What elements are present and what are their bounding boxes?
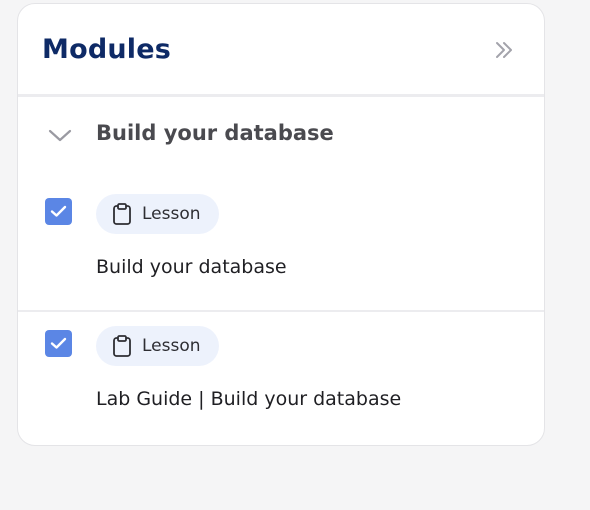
section-title: Build your database [96,121,334,145]
clipboard-icon [113,203,131,225]
lesson-link[interactable]: Lab Guide | Build your database [96,388,401,410]
panel-header: Modules [18,4,544,97]
lesson-badge: Lesson [96,326,219,366]
module-section-toggle[interactable]: Build your database [18,97,544,167]
checkmark-icon [50,205,67,217]
collapse-panel-button[interactable] [492,38,518,64]
modules-panel: Modules Build your database Lesson Build… [17,3,545,446]
badge-label: Lesson [142,204,201,224]
completed-checkbox[interactable] [45,198,72,225]
lesson-list-item: Lesson Build your database [18,182,544,312]
badge-label: Lesson [142,336,201,356]
lesson-list-item: Lesson Lab Guide | Build your database [18,314,544,445]
panel-title: Modules [42,34,172,65]
checkmark-icon [50,337,67,349]
chevron-down-icon [48,129,72,142]
double-chevron-right-icon [496,42,512,58]
completed-checkbox[interactable] [45,330,72,357]
lesson-badge: Lesson [96,194,219,234]
lesson-link[interactable]: Build your database [96,256,287,278]
clipboard-icon [113,335,131,357]
